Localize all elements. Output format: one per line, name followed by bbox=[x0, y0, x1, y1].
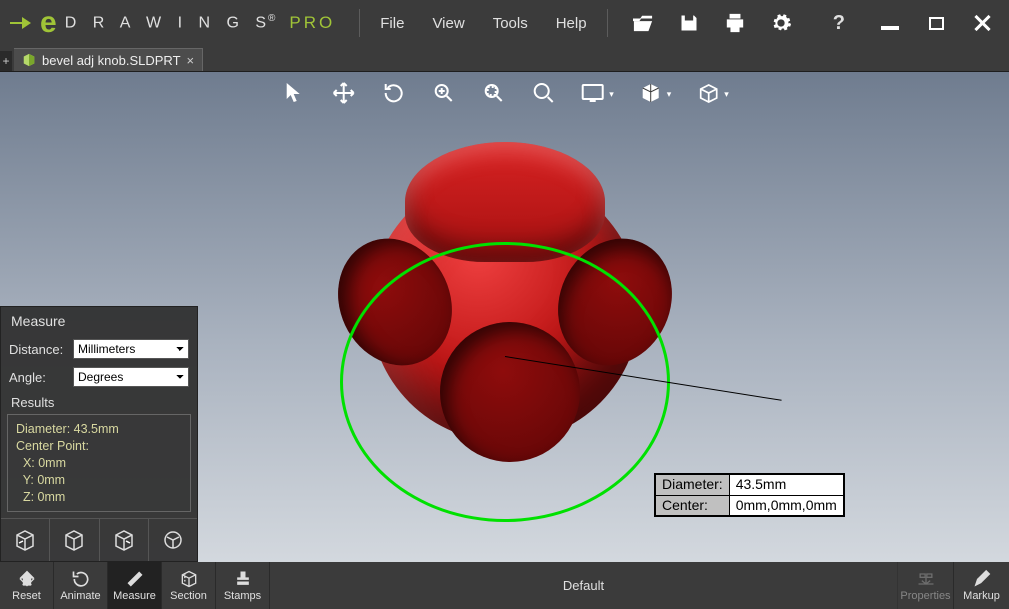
section-label: Section bbox=[170, 590, 207, 602]
section-button[interactable]: Section bbox=[162, 562, 216, 609]
callout-center-label: Center: bbox=[656, 495, 730, 516]
measure-button[interactable]: Measure bbox=[108, 562, 162, 609]
divider bbox=[607, 9, 608, 37]
tab-add-button[interactable]: + bbox=[0, 51, 12, 71]
minimize-button[interactable] bbox=[877, 12, 903, 34]
menu-bar: File View Tools Help bbox=[366, 0, 600, 46]
rotate-tool-icon[interactable] bbox=[380, 80, 406, 106]
measurement-callout: Diameter: 43.5mm Center: 0mm,0mm,0mm bbox=[654, 473, 845, 517]
pan-tool-icon[interactable] bbox=[330, 80, 356, 106]
zoom-icon[interactable] bbox=[530, 80, 556, 106]
logo-text: D R A W I N G S® bbox=[65, 13, 276, 32]
document-tab[interactable]: bevel adj knob.SLDPRT × bbox=[14, 48, 203, 71]
result-x: X: 0mm bbox=[16, 455, 182, 472]
measure-panel-footer bbox=[1, 518, 197, 561]
menu-file[interactable]: File bbox=[366, 0, 418, 46]
zoom-fit-icon[interactable] bbox=[430, 80, 456, 106]
dropdown-caret-icon[interactable] bbox=[606, 84, 614, 102]
box-side-icon[interactable] bbox=[100, 519, 149, 561]
model-render bbox=[345, 142, 665, 472]
measure-panel: Measure Distance: Millimeters Angle: Deg… bbox=[0, 306, 198, 562]
reset-button[interactable]: Reset bbox=[0, 562, 54, 609]
maximize-button[interactable] bbox=[923, 12, 949, 34]
callout-diameter-label: Diameter: bbox=[656, 475, 730, 496]
window-controls: ? bbox=[833, 12, 1009, 35]
box-front-icon[interactable] bbox=[1, 519, 50, 561]
result-z: Z: 0mm bbox=[16, 489, 182, 506]
logo-arrow-icon bbox=[10, 11, 34, 35]
dropdown-caret-icon[interactable] bbox=[721, 84, 729, 102]
save-icon[interactable] bbox=[678, 12, 700, 34]
animate-label: Animate bbox=[60, 590, 100, 602]
select-tool-icon[interactable] bbox=[280, 80, 306, 106]
dropdown-caret-icon[interactable] bbox=[664, 84, 672, 102]
result-y: Y: 0mm bbox=[16, 472, 182, 489]
angle-unit-select[interactable]: Degrees bbox=[73, 367, 189, 387]
quick-toolbar bbox=[632, 12, 792, 34]
perspective-icon[interactable] bbox=[638, 80, 664, 106]
tab-close-button[interactable]: × bbox=[187, 53, 195, 68]
box-top-icon[interactable] bbox=[50, 519, 99, 561]
settings-icon[interactable] bbox=[770, 12, 792, 34]
zoom-area-icon[interactable] bbox=[480, 80, 506, 106]
result-diameter: Diameter: 43.5mm bbox=[16, 421, 182, 438]
view-orientation-icon[interactable] bbox=[695, 80, 721, 106]
logo-e-glyph: e bbox=[40, 8, 57, 38]
part-icon bbox=[22, 53, 36, 67]
stamps-label: Stamps bbox=[224, 590, 261, 602]
callout-center-value: 0mm,0mm,0mm bbox=[729, 495, 843, 516]
tab-filename: bevel adj knob.SLDPRT bbox=[42, 53, 181, 68]
measure-panel-title: Measure bbox=[1, 307, 197, 335]
properties-button: Properties bbox=[897, 562, 953, 609]
display-style-icon[interactable] bbox=[580, 80, 606, 106]
callout-diameter-value: 43.5mm bbox=[729, 475, 843, 496]
menu-tools[interactable]: Tools bbox=[479, 0, 542, 46]
markup-label: Markup bbox=[963, 590, 1000, 602]
menu-view[interactable]: View bbox=[418, 0, 478, 46]
distance-unit-select[interactable]: Millimeters bbox=[73, 339, 189, 359]
open-icon[interactable] bbox=[632, 12, 654, 34]
stamps-button[interactable]: Stamps bbox=[216, 562, 270, 609]
logo-pro-text: PRO bbox=[289, 13, 335, 33]
title-bar: e D R A W I N G S® PRO File View Tools H… bbox=[0, 0, 1009, 46]
help-button[interactable]: ? bbox=[833, 12, 845, 35]
view-toolbar bbox=[280, 80, 729, 106]
reset-label: Reset bbox=[12, 590, 41, 602]
viewport-3d[interactable]: Diameter: 43.5mm Center: 0mm,0mm,0mm Mea… bbox=[0, 72, 1009, 562]
box-iso-icon[interactable] bbox=[149, 519, 197, 561]
divider bbox=[359, 9, 360, 37]
close-button[interactable] bbox=[969, 12, 995, 34]
document-tab-strip: + bevel adj knob.SLDPRT × bbox=[0, 46, 1009, 72]
results-box: Diameter: 43.5mm Center Point: X: 0mm Y:… bbox=[7, 414, 191, 512]
bottom-toolbar: Reset Animate Measure Section Stamps Def… bbox=[0, 562, 1009, 609]
configuration-display[interactable]: Default bbox=[270, 562, 897, 609]
angle-label: Angle: bbox=[9, 370, 67, 385]
print-icon[interactable] bbox=[724, 12, 746, 34]
animate-button[interactable]: Animate bbox=[54, 562, 108, 609]
distance-label: Distance: bbox=[9, 342, 67, 357]
markup-button[interactable]: Markup bbox=[953, 562, 1009, 609]
properties-label: Properties bbox=[900, 590, 950, 602]
result-centerpoint: Center Point: bbox=[16, 438, 182, 455]
app-logo: e D R A W I N G S® PRO bbox=[0, 0, 353, 46]
results-header: Results bbox=[1, 391, 197, 412]
menu-help[interactable]: Help bbox=[542, 0, 601, 46]
measure-label: Measure bbox=[113, 590, 156, 602]
